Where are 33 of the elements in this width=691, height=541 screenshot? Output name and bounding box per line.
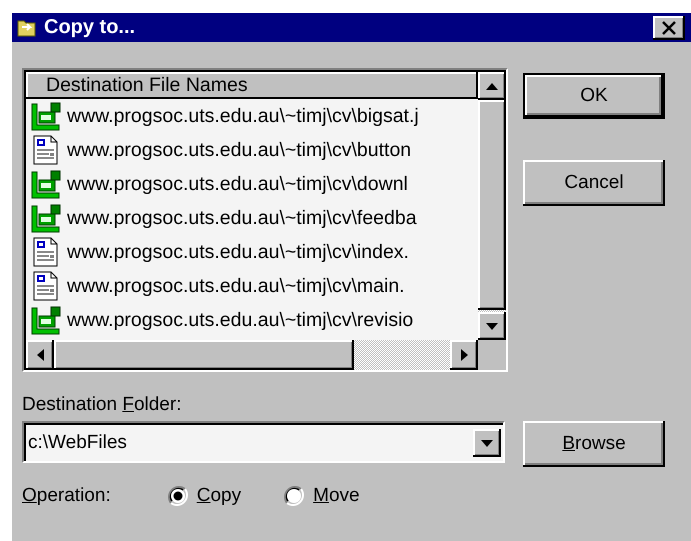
- scroll-down-icon: [486, 322, 498, 330]
- scroll-right-icon: [460, 349, 468, 361]
- file-name[interactable]: www.progsoc.uts.edu.au\~timj\cv\index.: [67, 240, 409, 264]
- operation-label: Operation:: [22, 485, 111, 507]
- vertical-scrollbar[interactable]: [478, 72, 506, 340]
- file-name[interactable]: www.progsoc.uts.edu.au\~timj\cv\button: [67, 138, 412, 162]
- scrollbar-corner: [478, 340, 506, 370]
- image-file-icon: [31, 101, 61, 131]
- image-file-icon: [31, 203, 61, 233]
- dropdown-arrow-icon: [481, 440, 493, 446]
- radio-button-icon[interactable]: [283, 485, 306, 507]
- file-name[interactable]: www.progsoc.uts.edu.au\~timj\cv\bigsat.j: [67, 104, 419, 128]
- column-header[interactable]: Destination File Names: [26, 72, 478, 99]
- scroll-up-icon: [486, 82, 498, 90]
- close-button[interactable]: [653, 16, 685, 40]
- file-name[interactable]: www.progsoc.uts.edu.au\~timj\cv\downl: [67, 172, 408, 196]
- radio-option[interactable]: Copy: [166, 485, 242, 507]
- file-name[interactable]: www.progsoc.uts.edu.au\~timj\cv\feedba: [67, 206, 417, 230]
- horizontal-scrollbar[interactable]: [26, 340, 478, 370]
- radio-option[interactable]: Move: [283, 485, 360, 507]
- destination-folder-label: Destination Folder:: [22, 394, 182, 416]
- file-name[interactable]: www.progsoc.uts.edu.au\~timj\cv\revisio: [67, 308, 414, 332]
- cancel-button[interactable]: Cancel: [523, 160, 665, 206]
- scroll-left-icon: [36, 349, 44, 361]
- window-title: Copy to...: [44, 16, 136, 39]
- file-name[interactable]: www.progsoc.uts.edu.au\~timj\cv\main.: [67, 274, 405, 298]
- ok-button[interactable]: OK: [523, 73, 665, 119]
- image-file-icon: [31, 169, 61, 199]
- browse-button[interactable]: Browse: [523, 421, 665, 467]
- destination-folder-dropdown[interactable]: c:\WebFiles: [22, 421, 505, 463]
- image-file-icon: [31, 305, 61, 335]
- close-icon: [661, 20, 677, 34]
- radio-button-icon[interactable]: [166, 485, 189, 507]
